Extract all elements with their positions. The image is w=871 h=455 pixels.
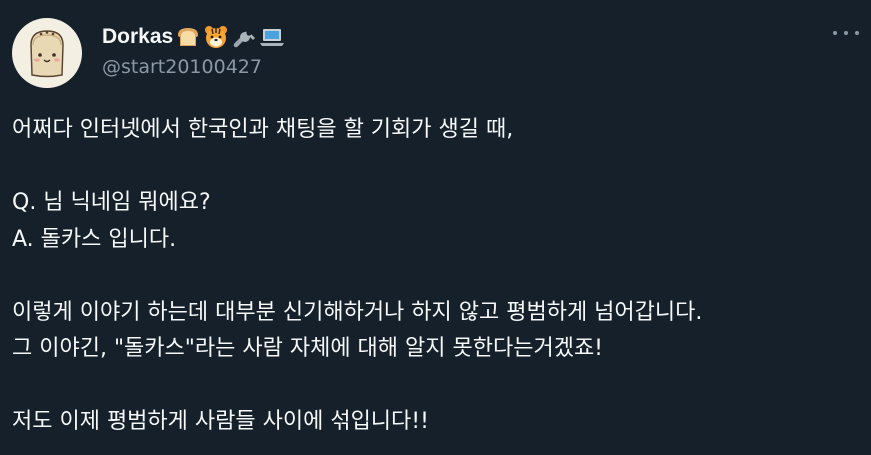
more-horizontal-icon-dot	[855, 31, 859, 35]
tweet-line: 이렇게 이야기 하는데 대부분 신기해하거나 하지 않고 평범하게 넘어갑니다.	[12, 299, 703, 325]
more-horizontal-icon-dot	[844, 31, 848, 35]
more-horizontal-icon-dot	[833, 31, 837, 35]
avatar[interactable]	[12, 18, 82, 88]
author-handle[interactable]: @start20100427	[102, 56, 285, 78]
bread-character-icon	[30, 30, 64, 78]
tweet-line	[12, 258, 859, 295]
wrench-emoji-icon	[233, 30, 256, 48]
tweet-line: Q. 님 닉네임 뭐에요?	[12, 190, 211, 215]
author-names: Dorkas @start20100427	[102, 24, 285, 78]
tweet-text: 어쩌다 인터넷에서 한국인과 채팅을 할 기회가 생길 때, Q. 님 닉네임 …	[12, 112, 859, 441]
tweet-header: Dorkas @start20100427	[12, 18, 859, 88]
laptop-emoji-icon	[260, 29, 285, 46]
tweet-line	[12, 368, 859, 405]
display-name-row[interactable]: Dorkas	[102, 24, 285, 50]
tweet-line: A. 돌카스 입니다.	[12, 226, 177, 252]
display-name[interactable]: Dorkas	[102, 25, 173, 49]
tweet-line: 그 이야긴, "돌카스"라는 사람 자체에 대해 알지 못한다는거겠죠!	[12, 336, 604, 361]
tweet-line	[12, 149, 859, 186]
tiger-emoji-icon	[205, 26, 228, 48]
tweet-line: 저도 이제 평범하게 사람들 사이에 섞입니다!!	[12, 409, 429, 434]
tweet-line: 어쩌다 인터넷에서 한국인과 채팅을 할 기회가 생길 때,	[12, 117, 514, 142]
tweet-card: Dorkas @start20100427 어쩌다 인터넷에서 한국인과 채팅을…	[0, 0, 871, 455]
bread-emoji-icon	[178, 28, 199, 46]
more-options-button[interactable]	[833, 26, 859, 40]
